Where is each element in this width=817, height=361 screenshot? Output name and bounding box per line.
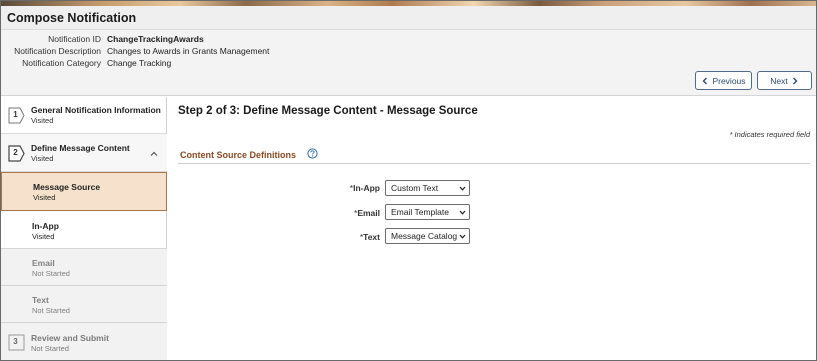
notification-category-label: Notification Category	[22, 58, 101, 68]
text-label: *Text	[359, 232, 380, 242]
substep-title: Text	[32, 295, 49, 305]
email-select-value: Email Template	[391, 207, 449, 217]
section-divider	[178, 163, 810, 164]
notification-category-value: Change Tracking	[107, 58, 172, 68]
step-review-and-submit: 3 Review and Submit Not Started	[1, 323, 167, 360]
in-app-label: *In-App	[349, 183, 380, 193]
substep-status: Visited	[32, 232, 55, 241]
main-content: Step 2 of 3: Define Message Content - Me…	[168, 97, 816, 360]
step-number: 3	[13, 337, 18, 346]
email-select[interactable]: Email Template	[385, 204, 470, 220]
substep-status: Visited	[33, 193, 56, 202]
step-navigator: 1 General Notification Information Visit…	[1, 97, 167, 360]
title-bar: Compose Notification	[1, 6, 816, 30]
substep-title: In-App	[32, 221, 59, 231]
notification-category-row: Notification Category Change Tracking	[1, 58, 401, 70]
substep-text: Text Not Started	[1, 286, 167, 323]
chevron-down-icon	[459, 234, 466, 239]
step-number: 1	[13, 110, 18, 119]
section-title: Content Source Definitions	[180, 150, 297, 160]
step-general-information[interactable]: 1 General Notification Information Visit…	[1, 97, 167, 134]
step-status: Visited	[31, 116, 54, 125]
substep-email: Email Not Started	[1, 249, 167, 286]
chevron-down-icon	[459, 186, 466, 191]
notification-description-label: Notification Description	[14, 46, 101, 56]
step-heading: Step 2 of 3: Define Message Content - Me…	[178, 105, 478, 117]
substep-title: Message Source	[33, 182, 101, 192]
step-status: Visited	[31, 154, 54, 163]
step-number-badge: 3	[8, 334, 25, 351]
step-number-badge: 2	[8, 145, 25, 162]
page-title: Compose Notification	[7, 11, 137, 25]
notification-id-label: Notification ID	[48, 34, 101, 44]
chevron-up-icon[interactable]	[150, 150, 158, 158]
email-label: *Email	[354, 208, 380, 218]
step-define-message-content[interactable]: 2 Define Message Content Visited	[1, 134, 167, 172]
step-status: Not Started	[31, 344, 69, 353]
required-field-note: * Indicates required field	[729, 130, 810, 139]
notification-description-row: Notification Description Changes to Awar…	[1, 46, 401, 58]
substep-in-app[interactable]: In-App Visited	[1, 211, 167, 249]
notification-description-value: Changes to Awards in Grants Management	[107, 46, 270, 56]
notification-header: Notification ID ChangeTrackingAwards Not…	[1, 30, 816, 96]
chevron-left-icon	[702, 77, 708, 84]
help-icon[interactable]	[307, 148, 318, 159]
step-title: Define Message Content	[31, 143, 130, 153]
text-select-value: Message Catalog	[391, 231, 458, 241]
text-select[interactable]: Message Catalog	[385, 228, 470, 244]
in-app-select[interactable]: Custom Text	[385, 180, 470, 196]
substep-message-source[interactable]: Message Source Visited	[1, 172, 167, 211]
step-title: Review and Submit	[31, 333, 109, 343]
previous-button[interactable]: Previous	[695, 71, 752, 90]
chevron-down-icon	[459, 210, 466, 215]
previous-label: Previous	[712, 75, 746, 86]
substep-status: Not Started	[32, 306, 70, 315]
step-number-badge: 1	[8, 107, 25, 124]
substep-status: Not Started	[32, 269, 70, 278]
in-app-select-value: Custom Text	[391, 183, 439, 193]
substep-title: Email	[32, 258, 55, 268]
app-window: Compose Notification Notification ID Cha…	[0, 0, 817, 361]
next-label: Next	[770, 75, 788, 86]
notification-id-row: Notification ID ChangeTrackingAwards	[1, 34, 401, 46]
step-title: General Notification Information	[31, 105, 161, 115]
next-button[interactable]: Next	[757, 71, 812, 90]
notification-id-value: ChangeTrackingAwards	[107, 34, 204, 44]
step-number: 2	[13, 148, 18, 157]
chevron-right-icon	[792, 77, 798, 84]
